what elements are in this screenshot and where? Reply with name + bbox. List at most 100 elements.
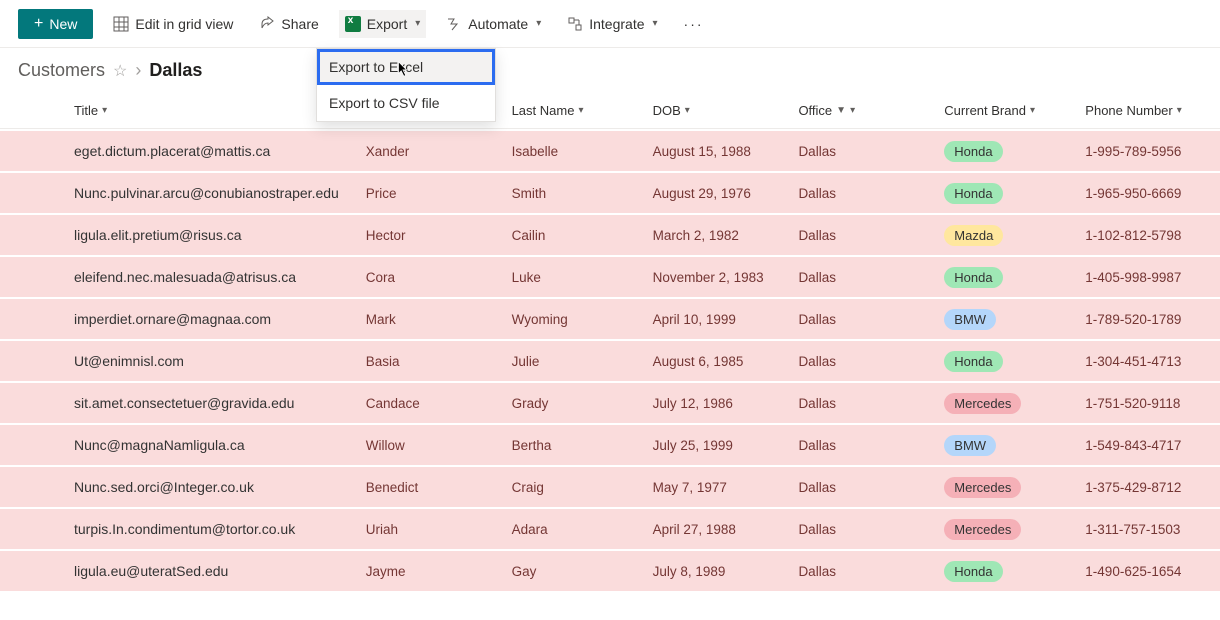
chevron-down-icon: ▾: [1177, 105, 1182, 116]
cell-last: Luke: [512, 270, 653, 285]
cell-brand: Mazda: [944, 225, 1085, 246]
cell-brand: Honda: [944, 267, 1085, 288]
table-row[interactable]: Nunc.sed.orci@Integer.co.ukBenedictCraig…: [0, 465, 1220, 507]
cell-first: Candace: [366, 396, 512, 411]
cell-title: Nunc.pulvinar.arcu@conubianostraper.edu: [74, 185, 366, 201]
brand-pill: Mercedes: [944, 477, 1021, 498]
cell-dob: April 27, 1988: [653, 522, 799, 537]
star-icon[interactable]: ☆: [113, 61, 127, 81]
integrate-label: Integrate: [589, 16, 644, 32]
cell-dob: July 25, 1999: [653, 438, 799, 453]
cell-phone: 1-965-950-6669: [1085, 186, 1202, 201]
integrate-button[interactable]: Integrate ▾: [561, 10, 663, 38]
cell-dob: July 12, 1986: [653, 396, 799, 411]
cell-first: Xander: [366, 144, 512, 159]
cell-first: Mark: [366, 312, 512, 327]
edit-grid-label: Edit in grid view: [135, 16, 233, 32]
table-row[interactable]: Ut@enimnisl.comBasiaJulieAugust 6, 1985D…: [0, 339, 1220, 381]
cell-last: Grady: [512, 396, 653, 411]
table-row[interactable]: imperdiet.ornare@magnaa.comMarkWyomingAp…: [0, 297, 1220, 339]
cell-first: Willow: [366, 438, 512, 453]
data-table: Title▾ First Name▾ Last Name▾ DOB▾ Offic…: [0, 93, 1220, 591]
cell-last: Gay: [512, 564, 653, 579]
cell-phone: 1-490-625-1654: [1085, 564, 1202, 579]
breadcrumb-leaf: Dallas: [149, 60, 202, 81]
brand-pill: Mercedes: [944, 519, 1021, 540]
more-button[interactable]: ···: [678, 10, 710, 38]
share-label: Share: [281, 16, 318, 32]
table-row[interactable]: Nunc@magnaNamligula.caWillowBerthaJuly 2…: [0, 423, 1220, 465]
cell-office: Dallas: [798, 564, 944, 579]
table-row[interactable]: eleifend.nec.malesuada@atrisus.caCoraLuk…: [0, 255, 1220, 297]
column-header-last[interactable]: Last Name▾: [512, 103, 653, 118]
excel-icon: [345, 16, 361, 32]
cell-title: ligula.eu@uteratSed.edu: [74, 563, 366, 579]
cell-phone: 1-751-520-9118: [1085, 396, 1202, 411]
brand-pill: Honda: [944, 141, 1002, 162]
plus-icon: +: [34, 16, 43, 32]
cell-phone: 1-405-998-9987: [1085, 270, 1202, 285]
new-button[interactable]: + New: [18, 9, 93, 39]
flow-icon: [446, 16, 462, 32]
cell-last: Wyoming: [512, 312, 653, 327]
chevron-down-icon: ▾: [850, 105, 855, 116]
cell-first: Hector: [366, 228, 512, 243]
cell-dob: November 2, 1983: [653, 270, 799, 285]
column-label: Office: [798, 103, 832, 118]
table-row[interactable]: sit.amet.consectetuer@gravida.eduCandace…: [0, 381, 1220, 423]
export-to-csv-item[interactable]: Export to CSV file: [317, 85, 495, 121]
cell-dob: August 29, 1976: [653, 186, 799, 201]
share-icon: [259, 16, 275, 32]
cell-office: Dallas: [798, 522, 944, 537]
column-label: Last Name: [512, 103, 575, 118]
cell-last: Craig: [512, 480, 653, 495]
cell-last: Smith: [512, 186, 653, 201]
cell-title: Ut@enimnisl.com: [74, 353, 366, 369]
table-row[interactable]: ligula.elit.pretium@risus.caHectorCailin…: [0, 213, 1220, 255]
cell-title: ligula.elit.pretium@risus.ca: [74, 227, 366, 243]
automate-label: Automate: [468, 16, 528, 32]
cell-first: Cora: [366, 270, 512, 285]
breadcrumb-root[interactable]: Customers: [18, 60, 105, 81]
ellipsis-icon: ···: [684, 16, 704, 32]
cell-title: imperdiet.ornare@magnaa.com: [74, 311, 366, 327]
export-dropdown: Export to Excel Export to CSV file: [316, 48, 496, 122]
table-header: Title▾ First Name▾ Last Name▾ DOB▾ Offic…: [0, 93, 1220, 129]
cell-brand: Honda: [944, 351, 1085, 372]
edit-grid-button[interactable]: Edit in grid view: [107, 10, 239, 38]
cell-office: Dallas: [798, 186, 944, 201]
cell-phone: 1-102-812-5798: [1085, 228, 1202, 243]
chevron-down-icon: ▾: [536, 18, 541, 29]
cell-office: Dallas: [798, 144, 944, 159]
cell-dob: May 7, 1977: [653, 480, 799, 495]
cell-title: eget.dictum.placerat@mattis.ca: [74, 143, 366, 159]
cell-title: turpis.In.condimentum@tortor.co.uk: [74, 521, 366, 537]
column-header-phone[interactable]: Phone Number ▾: [1085, 103, 1202, 118]
cell-dob: August 6, 1985: [653, 354, 799, 369]
column-header-dob[interactable]: DOB▾: [653, 103, 799, 118]
export-to-excel-item[interactable]: Export to Excel: [317, 49, 495, 85]
breadcrumb: Customers ☆ › Dallas: [0, 48, 1220, 89]
column-header-brand[interactable]: Current Brand▾: [944, 103, 1085, 118]
column-label: Phone Number: [1085, 103, 1172, 118]
cell-title: sit.amet.consectetuer@gravida.edu: [74, 395, 366, 411]
brand-pill: Honda: [944, 561, 1002, 582]
table-row[interactable]: eget.dictum.placerat@mattis.caXanderIsab…: [0, 129, 1220, 171]
grid-icon: [113, 16, 129, 32]
cell-office: Dallas: [798, 480, 944, 495]
cell-brand: Mercedes: [944, 519, 1085, 540]
cell-brand: Mercedes: [944, 393, 1085, 414]
column-header-office[interactable]: Office ▼ ▾: [798, 103, 944, 118]
export-label: Export: [367, 16, 407, 32]
column-label: Title: [74, 103, 98, 118]
table-row[interactable]: turpis.In.condimentum@tortor.co.ukUriahA…: [0, 507, 1220, 549]
cell-brand: BMW: [944, 435, 1085, 456]
export-button[interactable]: Export ▾: [339, 10, 427, 38]
share-button[interactable]: Share: [253, 10, 324, 38]
table-row[interactable]: Nunc.pulvinar.arcu@conubianostraper.eduP…: [0, 171, 1220, 213]
cell-brand: Honda: [944, 141, 1085, 162]
automate-button[interactable]: Automate ▾: [440, 10, 547, 38]
brand-pill: BMW: [944, 309, 996, 330]
chevron-down-icon: ▾: [1030, 105, 1035, 116]
table-row[interactable]: ligula.eu@uteratSed.eduJaymeGayJuly 8, 1…: [0, 549, 1220, 591]
